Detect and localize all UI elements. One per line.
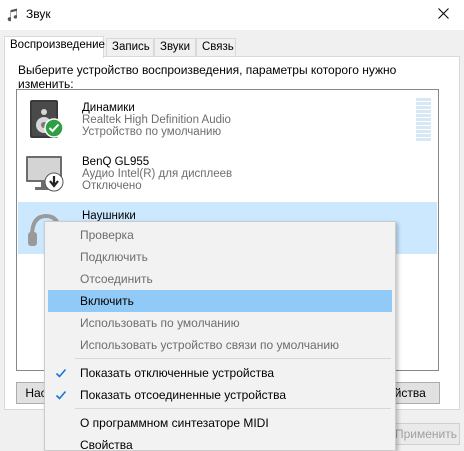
menu-item-label: Показать отсоединенные устройства (80, 388, 287, 402)
close-icon (438, 8, 449, 19)
menu-item-label: Использовать по умолчанию (80, 316, 240, 330)
tab-recording[interactable]: Запись (106, 38, 154, 57)
menu-item-properties[interactable]: Свойства (48, 434, 392, 451)
device-item-speakers[interactable]: Динамики Realtek High Definition Audio У… (18, 94, 437, 146)
disabled-arrow-icon (44, 172, 64, 192)
device-status: Устройство по умолчанию (82, 126, 222, 138)
menu-item-label: Отсоединить (80, 272, 153, 286)
menu-item-set-default-comm[interactable]: Использовать устройство связи по умолчан… (48, 334, 392, 356)
menu-item-label: Включить (80, 294, 134, 308)
device-status: Отключено (82, 180, 142, 192)
tab-sounds[interactable]: Звуки (154, 38, 196, 57)
menu-item-midi-synth[interactable]: О программном синтезаторе MIDI (48, 412, 392, 434)
checkmark-icon (55, 390, 67, 400)
menu-item-set-default[interactable]: Использовать по умолчанию (48, 312, 392, 334)
menu-item-label: Подключить (80, 250, 148, 264)
menu-item-test[interactable]: Проверка (48, 224, 392, 246)
menu-item-show-disconnected[interactable]: Показать отсоединенные устройства (48, 384, 392, 406)
tab-playback[interactable]: Воспроизведение (4, 36, 105, 58)
close-button[interactable] (424, 0, 464, 28)
menu-separator (75, 408, 391, 409)
menu-item-connect[interactable]: Подключить (48, 246, 392, 268)
device-item-benq[interactable]: BenQ GL955 Аудио Intel(R) для дисплеев О… (18, 148, 437, 200)
window-title: Звук (26, 7, 51, 21)
menu-item-label: Свойства (80, 438, 133, 451)
menu-item-label: Использовать устройство связи по умолчан… (80, 338, 340, 352)
menu-item-label: Показать отключенные устройства (80, 366, 275, 380)
device-driver: Аудио Intel(R) для дисплеев (82, 168, 233, 180)
volume-level-meter (416, 98, 431, 142)
menu-separator (75, 358, 391, 359)
menu-item-label: Проверка (80, 228, 134, 242)
checkmark-icon (55, 368, 67, 378)
menu-item-enable[interactable]: Включить (48, 290, 392, 312)
device-driver: Realtek High Definition Audio (82, 114, 231, 126)
menu-item-label: О программном синтезаторе MIDI (80, 416, 269, 430)
device-name: BenQ GL955 (82, 156, 150, 168)
title-bar: Звук (0, 0, 464, 30)
device-name: Динамики (82, 102, 135, 114)
menu-item-disconnect[interactable]: Отсоединить (48, 268, 392, 290)
menu-item-show-disabled[interactable]: Показать отключенные устройства (48, 362, 392, 384)
context-menu: Проверка Подключить Отсоединить Включить… (44, 221, 396, 451)
tab-communications[interactable]: Связь (196, 38, 236, 57)
sound-app-icon (7, 8, 17, 22)
instruction-text: Выберите устройство воспроизведения, пар… (18, 63, 397, 91)
default-check-icon (44, 118, 64, 138)
